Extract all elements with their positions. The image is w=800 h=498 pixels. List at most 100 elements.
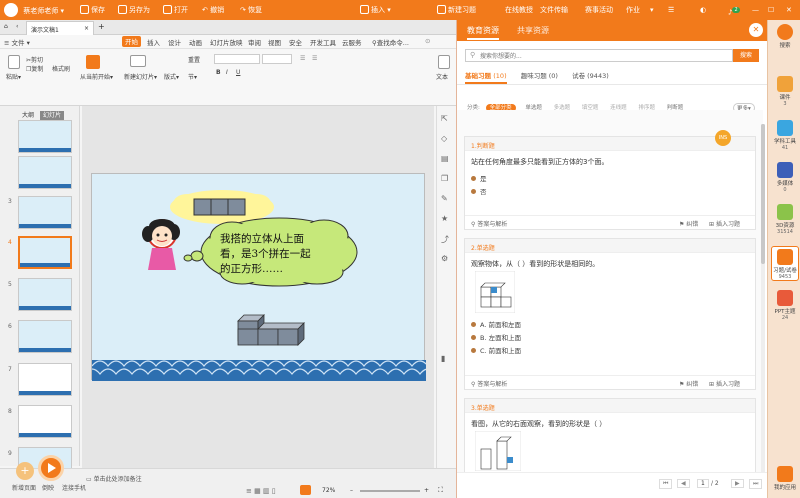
add-tab-button[interactable]: + <box>98 22 105 31</box>
save-as-button[interactable]: 另存为 <box>118 3 150 17</box>
slide-thumbnail[interactable] <box>18 278 72 311</box>
next-page-button[interactable]: ▶ <box>731 479 744 488</box>
skin-icon[interactable]: ◐ <box>700 3 706 17</box>
homework-link[interactable]: 作业 <box>626 3 640 17</box>
file-transfer-link[interactable]: 文件传输 <box>540 3 568 17</box>
document-tab[interactable]: 演示文稿1 × <box>26 21 94 35</box>
home-icon[interactable]: ⌂ <box>4 23 8 30</box>
new-slide-button[interactable]: 新建幻灯片▾ <box>124 72 157 81</box>
new-exercise-button[interactable]: 新建习题 <box>437 3 476 17</box>
scrollbar[interactable] <box>761 124 765 479</box>
tab-edu-resources[interactable]: 教育资源 <box>467 25 499 40</box>
style-icon[interactable]: ✎ <box>441 194 448 203</box>
slide-thumbnail[interactable] <box>18 320 72 353</box>
online-course-link[interactable]: 在线教授 <box>505 3 533 17</box>
sidebar-item-subject-tools[interactable]: 学科工具 41 <box>771 120 799 151</box>
outline-tab[interactable]: 大纲 <box>22 112 34 119</box>
insert-badge-icon[interactable]: INS <box>715 130 731 146</box>
redo-button[interactable]: ↷ 恢复 <box>240 3 262 17</box>
sidebar-search[interactable]: 搜索 <box>771 24 799 49</box>
subtab-basic[interactable]: 基础习题 (10) <box>465 72 507 84</box>
more-icon[interactable]: ⊙ <box>425 37 430 45</box>
reset-button[interactable]: 重置 <box>188 55 200 64</box>
menu-slideshow[interactable]: 幻灯片放映 <box>210 37 243 47</box>
slide-thumbnail[interactable] <box>18 156 72 189</box>
zoom-in-button[interactable]: + <box>424 487 429 494</box>
close-tab-icon[interactable]: × <box>84 25 89 32</box>
bell-icon[interactable]: ♪ 2 <box>728 3 740 17</box>
layers-icon[interactable]: ▤ <box>441 154 449 163</box>
mirror-button[interactable]: 倒映 <box>42 483 54 492</box>
undo-button[interactable]: ↶ 撤销 <box>202 3 224 17</box>
option[interactable]: A. 前面和左面 <box>471 319 521 329</box>
select-icon[interactable]: ⇱ <box>441 114 448 123</box>
insert-exercise-button[interactable]: ⊞ 插入习题 <box>709 379 740 388</box>
app-logo[interactable]: 蔡老师老师 ▾ <box>4 3 64 17</box>
slide[interactable]: 我搭的立体从上面 看，是3个拼在一起 的正方形…… <box>91 173 426 381</box>
menu-security[interactable]: 安全 <box>289 37 302 47</box>
layout-button[interactable]: 版式▾ <box>164 72 179 81</box>
question-card[interactable]: 1.判断题 站在任何角度最多只能看到正方体的3个面。 是 否 ⚲ 答案与解析 ⚑… <box>464 136 756 230</box>
first-page-button[interactable]: ⏮ <box>659 479 673 489</box>
search-input[interactable] <box>480 51 710 61</box>
subtab-papers[interactable]: 试卷 (9443) <box>572 72 609 80</box>
underline-button[interactable]: U <box>236 69 240 76</box>
menu-developer[interactable]: 开发工具 <box>310 37 336 47</box>
close-button[interactable]: ✕ <box>786 3 792 17</box>
slide-thumbnail[interactable] <box>18 196 72 229</box>
menu-review[interactable]: 审阅 <box>248 37 261 47</box>
sidebar-item-exercises[interactable]: 习题/试卷 9453 <box>771 246 799 281</box>
italic-button[interactable]: I <box>226 69 228 76</box>
section-button[interactable]: 节▾ <box>188 72 197 81</box>
report-error-button[interactable]: ⚑ 纠错 <box>679 219 698 228</box>
file-menu[interactable]: ≡ 文件 ▾ <box>4 37 30 47</box>
menu-animation[interactable]: 动画 <box>189 37 202 47</box>
option[interactable]: B. 左面和上面 <box>471 332 521 342</box>
copy-icon[interactable]: ❐ <box>441 174 448 183</box>
animation-icon[interactable]: ★ <box>441 214 448 223</box>
slide-thumbnail[interactable] <box>18 120 72 153</box>
tab-shared-resources[interactable]: 共享资源 <box>517 25 549 36</box>
cut-button[interactable]: ✂剪切 <box>26 55 43 64</box>
sidebar-item-multimedia[interactable]: 多媒体 0 <box>771 162 799 193</box>
insert-button[interactable]: 插入 ▾ <box>360 3 391 17</box>
minimize-button[interactable]: — <box>752 3 759 17</box>
sidebar-item-ppt-themes[interactable]: PPT主题 24 <box>771 290 799 321</box>
insert-exercise-button[interactable]: ⊞ 插入习题 <box>709 219 740 228</box>
bold-button[interactable]: B <box>216 69 221 76</box>
open-button[interactable]: 打开 <box>163 3 188 17</box>
play-icon[interactable] <box>86 55 100 69</box>
align-left-icon[interactable]: ☰ <box>300 55 305 62</box>
textbox-icon[interactable] <box>438 55 450 69</box>
current-page[interactable]: 1 <box>697 479 709 488</box>
slide-thumbnail-selected[interactable] <box>18 236 72 269</box>
sidebar-item-3d-resources[interactable]: 3D资源 31514 <box>771 204 799 235</box>
notes-field[interactable]: ▭ 单击此处添加备注 <box>86 474 142 483</box>
video-play-icon[interactable] <box>38 455 64 481</box>
option[interactable]: 是 <box>471 173 487 183</box>
subtab-fun[interactable]: 趣味习题 (0) <box>521 72 558 80</box>
settings-icon[interactable]: ⚙ <box>441 254 448 263</box>
chevron-left-icon[interactable]: ‹ <box>16 23 18 30</box>
font-size-select[interactable] <box>262 54 292 64</box>
close-panel-icon[interactable]: ✕ <box>749 23 763 37</box>
prev-page-button[interactable]: ◀ <box>677 479 690 488</box>
align-center-icon[interactable]: ☰ <box>312 55 317 62</box>
from-start-button[interactable]: 从当前开始▾ <box>80 72 113 81</box>
search-command[interactable]: ⚲查找命令... <box>372 37 409 47</box>
copy-button[interactable]: ❐复制 <box>26 64 43 73</box>
zoom-out-button[interactable]: – <box>350 487 353 494</box>
maximize-button[interactable]: ☐ <box>768 3 774 17</box>
menu-design[interactable]: 设计 <box>168 37 181 47</box>
sidebar-item-courseware[interactable]: 课件 3 <box>771 76 799 107</box>
answer-analysis-link[interactable]: ⚲ 答案与解析 <box>471 379 507 388</box>
last-page-button[interactable]: ⏭ <box>749 479 763 489</box>
slides-tab[interactable]: 幻灯片 <box>39 111 64 120</box>
menu-cloud[interactable]: 云服务 <box>342 37 362 47</box>
competition-link[interactable]: 赛事活动 <box>585 3 613 17</box>
text-button[interactable]: 文本 <box>436 72 448 81</box>
menu-home[interactable]: 开始 <box>122 36 141 47</box>
option[interactable]: 否 <box>471 186 487 196</box>
shape-icon[interactable]: ◇ <box>441 134 447 143</box>
connect-phone-button[interactable]: 连接手机 <box>62 483 86 492</box>
